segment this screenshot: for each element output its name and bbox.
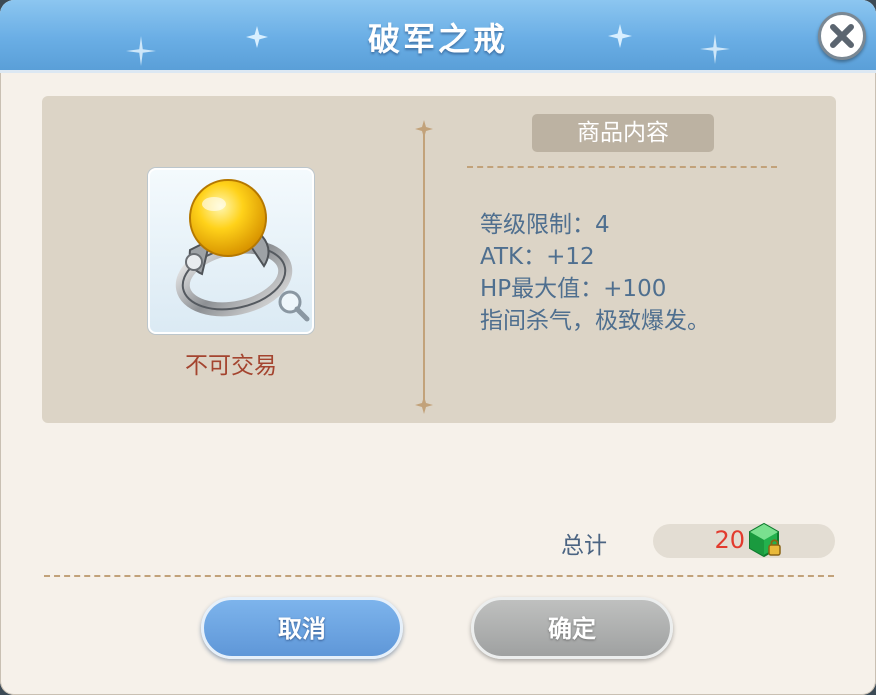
confirm-button[interactable]: 确定	[471, 597, 673, 659]
level-requirement: 等级限制：4	[480, 212, 610, 238]
section-divider	[467, 166, 777, 168]
total-price: 20	[714, 526, 745, 554]
attack-stat: ATK：+12	[480, 244, 595, 270]
purchase-dialog: 破军之戒 不可交易 商品内容 等级限制：4 ATK：+12 HP最大值：+100…	[0, 0, 876, 695]
flavor-text: 指间杀气，极致爆发。	[480, 308, 710, 334]
trade-status-label: 不可交易	[185, 353, 277, 379]
green-gem-icon	[749, 522, 781, 558]
item-info-panel: 不可交易 商品内容 等级限制：4 ATK：+12 HP最大值：+100 指间杀气…	[42, 96, 836, 423]
item-description: 等级限制：4 ATK：+12 HP最大值：+100 指间杀气，极致爆发。	[480, 209, 710, 337]
divider-star-icon	[415, 120, 433, 138]
dialog-title: 破军之戒	[367, 20, 508, 58]
footer-divider	[44, 575, 834, 577]
item-slot[interactable]	[148, 168, 314, 334]
section-title: 商品内容	[532, 114, 714, 152]
cancel-button[interactable]: 取消	[201, 597, 403, 659]
divider-vertical	[423, 126, 425, 406]
dialog-header: 破军之戒	[0, 0, 876, 73]
magnifier-icon[interactable]	[276, 288, 312, 324]
close-button[interactable]	[818, 12, 866, 60]
divider-star-icon	[415, 396, 433, 414]
hp-stat: HP最大值：+100	[480, 276, 667, 302]
close-icon	[830, 24, 854, 48]
total-label: 总计	[561, 533, 607, 559]
